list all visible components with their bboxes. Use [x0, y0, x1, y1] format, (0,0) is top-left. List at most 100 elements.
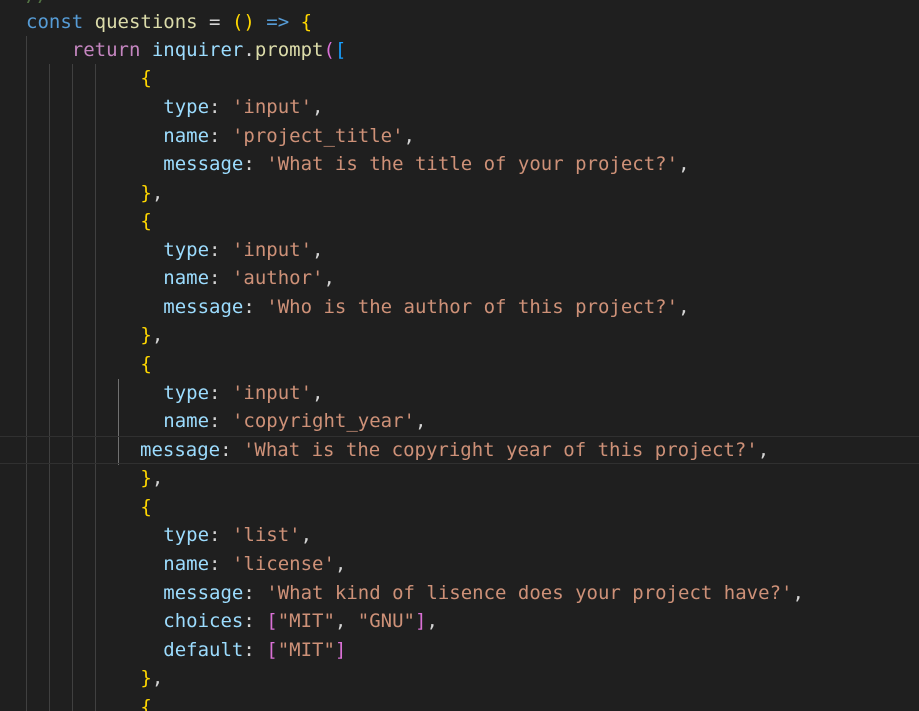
- code-line: name: 'author',: [26, 264, 335, 292]
- close-brace: }: [140, 324, 152, 346]
- close-brace: }: [140, 467, 152, 489]
- code-line: {: [26, 693, 152, 711]
- code-line: },: [26, 179, 163, 207]
- comma: ,: [312, 382, 324, 404]
- code-line: name: 'project_title',: [26, 122, 415, 150]
- open-brace: {: [300, 11, 313, 33]
- string-value: "MIT": [277, 639, 335, 661]
- colon: :: [243, 296, 267, 318]
- comma: ,: [334, 553, 347, 575]
- comma: ,: [414, 410, 427, 432]
- operator: =: [197, 11, 232, 33]
- object-name: inquirer: [151, 39, 244, 61]
- string-value: "MIT": [277, 610, 335, 632]
- string-value: 'author': [231, 267, 324, 289]
- comma: ,: [151, 324, 164, 346]
- string-value: 'Who is the author of this project?': [266, 296, 679, 318]
- code-line: return inquirer.prompt([: [26, 36, 347, 64]
- current-line-highlight[interactable]: message: 'What is the copyright year of …: [0, 436, 919, 464]
- code-line: name: 'copyright_year',: [26, 407, 426, 435]
- function-name: questions: [94, 11, 198, 33]
- comma: ,: [151, 667, 164, 689]
- property-key: choices: [163, 610, 244, 632]
- dot: .: [243, 39, 255, 61]
- property-key: name: [163, 125, 210, 147]
- string-value: 'What kind of lisence does your project …: [266, 582, 793, 604]
- string-value: 'input': [231, 382, 313, 404]
- code-line: message: 'What kind of lisence does your…: [26, 579, 804, 607]
- property-key: message: [163, 582, 244, 604]
- colon: :: [209, 410, 232, 432]
- keyword-return: return: [71, 39, 141, 61]
- colon: :: [209, 382, 232, 404]
- code-line: type: 'input',: [26, 379, 323, 407]
- code-editor[interactable]: // -------------------------------------…: [0, 0, 919, 711]
- string-value: 'copyright_year': [231, 410, 415, 432]
- open-brace: {: [140, 210, 152, 232]
- open-bracket: [: [266, 639, 278, 661]
- comma: ,: [151, 467, 164, 489]
- comma: ,: [757, 439, 770, 461]
- string-value: 'input': [231, 239, 313, 261]
- open-paren: (: [323, 39, 335, 61]
- code-line: type: 'list',: [26, 521, 312, 549]
- code-line: const questions = () => {: [26, 8, 312, 36]
- comma: ,: [151, 182, 164, 204]
- property-key: name: [163, 553, 210, 575]
- string-value: 'What is the title of your project?': [266, 153, 679, 175]
- colon: :: [243, 153, 267, 175]
- string-value: 'input': [231, 96, 313, 118]
- comma: ,: [426, 610, 438, 632]
- code-line: message: 'What is the title of your proj…: [26, 150, 690, 178]
- string-value: 'project_title': [231, 125, 404, 147]
- code-line: {: [26, 64, 151, 92]
- comma: ,: [323, 267, 335, 289]
- comma: ,: [678, 153, 690, 175]
- method-name: prompt: [254, 39, 324, 61]
- property-key: name: [163, 410, 210, 432]
- property-key: type: [163, 382, 210, 404]
- property-key: type: [163, 524, 210, 546]
- property-key: name: [163, 267, 210, 289]
- parens: (): [231, 11, 255, 33]
- colon: :: [220, 439, 243, 461]
- comma: ,: [334, 610, 358, 632]
- property-key: message: [140, 439, 221, 461]
- colon: :: [209, 553, 232, 575]
- code-line: type: 'input',: [26, 236, 323, 264]
- property-key: message: [163, 153, 244, 175]
- open-bracket: [: [266, 610, 278, 632]
- comma: ,: [792, 582, 804, 604]
- code-line: choices: ["MIT", "GNU"],: [26, 607, 438, 635]
- code-line: },: [26, 664, 163, 692]
- comma: ,: [312, 96, 324, 118]
- comma: ,: [678, 296, 690, 318]
- colon: :: [209, 239, 232, 261]
- close-brace: }: [140, 667, 152, 689]
- string-value: "GNU": [357, 610, 415, 632]
- open-brace: {: [140, 696, 152, 711]
- keyword-const: const: [26, 11, 84, 33]
- comma: ,: [300, 524, 313, 546]
- colon: :: [243, 639, 267, 661]
- code-line: message: 'Who is the author of this proj…: [26, 293, 690, 321]
- comma: ,: [312, 239, 324, 261]
- comma: ,: [403, 125, 415, 147]
- string-value: 'What is the copyright year of this proj…: [242, 439, 758, 461]
- colon: :: [243, 610, 267, 632]
- colon: :: [209, 267, 232, 289]
- close-brace: }: [140, 182, 152, 204]
- property-key: type: [163, 239, 210, 261]
- property-key: type: [163, 96, 210, 118]
- colon: :: [209, 96, 232, 118]
- arrow-operator: =>: [254, 11, 301, 33]
- colon: :: [209, 524, 232, 546]
- open-bracket: [: [334, 39, 347, 61]
- close-bracket: ]: [415, 610, 427, 632]
- open-brace: {: [140, 496, 152, 518]
- colon: :: [209, 125, 232, 147]
- comment-line: // -------------------------------------…: [26, 0, 644, 5]
- close-bracket: ]: [334, 639, 347, 661]
- property-key: default: [163, 639, 244, 661]
- code-line: {: [26, 350, 151, 378]
